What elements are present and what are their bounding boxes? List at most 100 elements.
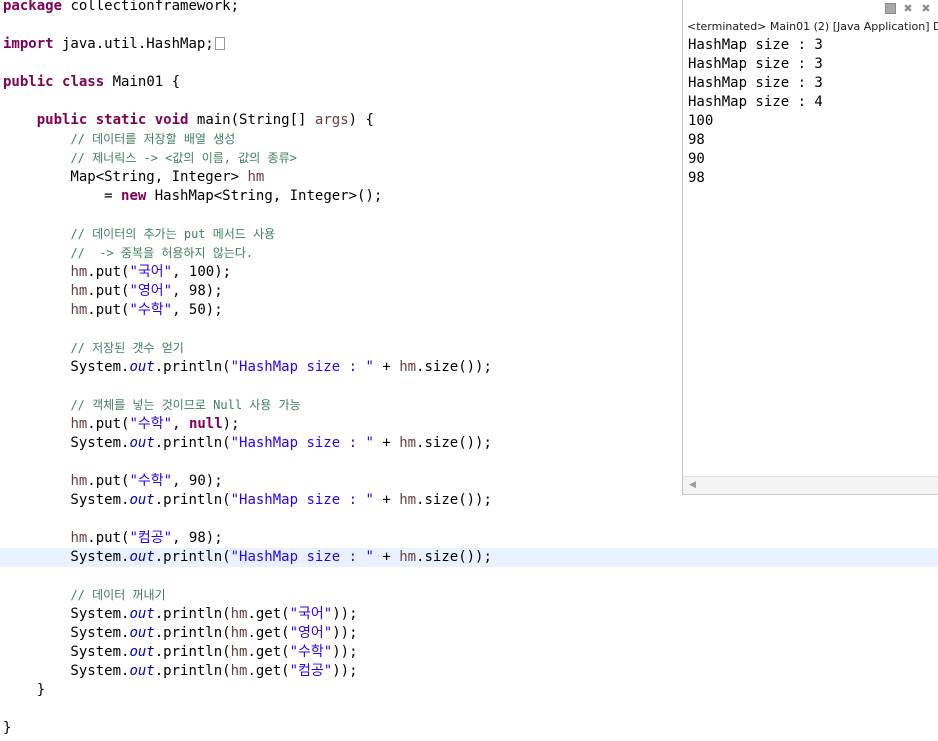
- code-text: = new HashMap<String, Integer>();: [0, 188, 382, 204]
- code-text: public class Main01 {: [0, 74, 180, 90]
- code-token: .put(: [87, 283, 130, 299]
- code-token: hm: [247, 169, 265, 185]
- console-output-line: HashMap size : 3: [688, 75, 823, 91]
- code-line-current[interactable]: System.out.println("HashMap size : " + h…: [0, 548, 938, 567]
- code-line[interactable]: hm.put("컴공", 98);: [0, 529, 938, 548]
- code-token: .put(: [87, 416, 130, 432]
- code-token: , 98);: [172, 530, 223, 546]
- scroll-left-icon[interactable]: ◀: [689, 480, 696, 490]
- code-token: .put(: [87, 302, 130, 318]
- code-token: hm: [399, 359, 417, 375]
- code-token: ));: [332, 606, 358, 622]
- code-token: System.: [3, 435, 130, 451]
- code-text: hm.put("컴공", 98);: [0, 530, 223, 546]
- console-output-line: HashMap size : 3: [688, 37, 823, 53]
- code-text: hm.put("영어", 98);: [0, 283, 222, 299]
- code-text: // 데이터의 추가는 put 메서드 사용: [0, 226, 275, 242]
- code-text: System.out.println("HashMap size : " + h…: [0, 359, 492, 375]
- horizontal-scrollbar[interactable]: ◀: [683, 476, 938, 494]
- code-token: out: [129, 663, 155, 679]
- console-view[interactable]: ✖ ✖ <terminated> Main01 (2) [Java Applic…: [682, 0, 938, 495]
- code-token: hm: [70, 473, 88, 489]
- code-text: hm.put("수학", null);: [0, 416, 239, 432]
- code-token: .get(: [247, 644, 290, 660]
- code-token: System.: [3, 492, 130, 508]
- code-token: // 객체를 넣는 것이므로 Null 사용 가능: [70, 398, 301, 412]
- code-line[interactable]: [0, 510, 938, 529]
- code-token: import: [3, 36, 54, 52]
- code-line[interactable]: System.out.println(hm.get("국어"));: [0, 605, 938, 624]
- code-token: "HashMap size : ": [230, 492, 374, 508]
- code-token: "HashMap size : ": [230, 549, 374, 565]
- code-text: System.out.println("HashMap size : " + h…: [0, 492, 491, 508]
- code-token: .size());: [416, 435, 492, 451]
- code-token: "국어": [129, 264, 173, 280]
- code-token: .get(: [247, 625, 290, 641]
- code-line[interactable]: }: [0, 719, 938, 738]
- code-token: "국어": [289, 606, 333, 622]
- quick-fix-marker: [214, 37, 225, 50]
- console-title: <terminated> Main01 (2) [Java Applicatio…: [687, 20, 938, 33]
- code-token: java.util.HashMap;: [53, 36, 214, 52]
- code-line[interactable]: }: [0, 681, 938, 700]
- code-line[interactable]: System.out.println(hm.get("컴공"));: [0, 662, 938, 681]
- code-token: // 저장된 갯수 얻기: [70, 341, 184, 355]
- code-token: "컴공": [289, 663, 333, 679]
- code-token: new: [121, 188, 147, 204]
- terminate-icon[interactable]: [883, 2, 897, 16]
- code-token: +: [373, 435, 400, 451]
- code-token: Map<String, Integer>: [3, 169, 248, 185]
- code-token: ));: [332, 625, 358, 641]
- code-line[interactable]: System.out.println(hm.get("수학"));: [0, 643, 938, 662]
- code-text: package collectionframework;: [0, 0, 239, 14]
- code-token: hm: [70, 302, 88, 318]
- code-token: package: [3, 0, 63, 14]
- code-line[interactable]: // 데이터 꺼내기: [0, 586, 938, 605]
- code-token: "수학": [129, 302, 173, 318]
- code-token: "HashMap size : ": [230, 359, 374, 375]
- code-token: "영어": [129, 283, 173, 299]
- console-output-line: 98: [688, 132, 705, 148]
- remove-all-terminated-icon[interactable]: ✖: [919, 2, 933, 16]
- code-token: static: [95, 112, 147, 128]
- code-text: hm.put("수학", 50);: [0, 302, 223, 318]
- code-token: // 데이터 꺼내기: [70, 588, 166, 602]
- code-line[interactable]: [0, 700, 938, 719]
- code-token: out: [129, 606, 155, 622]
- code-text: // 제너릭스 -> <값의 이름, 값의 종류>: [0, 150, 297, 166]
- code-token: }: [3, 720, 12, 736]
- code-text: hm.put("국어", 100);: [0, 264, 231, 280]
- code-token: .println(: [154, 549, 231, 565]
- code-token: "수학": [129, 416, 173, 432]
- code-text: System.out.println(hm.get("수학"));: [0, 644, 357, 660]
- remove-launch-icon[interactable]: ✖: [901, 2, 915, 16]
- code-token: System.: [3, 644, 130, 660]
- code-text: System.out.println(hm.get("영어"));: [0, 625, 358, 641]
- code-line[interactable]: System.out.println(hm.get("영어"));: [0, 624, 938, 643]
- code-text: // -> 중복을 허용하지 않는다.: [0, 245, 253, 261]
- code-token: +: [373, 359, 400, 375]
- code-token: "수학": [129, 473, 173, 489]
- code-token: , 50);: [172, 302, 223, 318]
- code-token: class: [62, 74, 105, 90]
- code-token: .put(: [87, 530, 130, 546]
- code-token: hm: [399, 435, 417, 451]
- code-token: hm: [230, 606, 248, 622]
- code-token: // 데이터를 저장할 배열 생성: [70, 132, 236, 146]
- code-token: .size());: [416, 549, 492, 565]
- code-line[interactable]: [0, 567, 938, 586]
- code-token: .size());: [416, 359, 492, 375]
- code-token: "컴공": [129, 530, 173, 546]
- code-text: System.out.println(hm.get("컴공"));: [0, 663, 357, 679]
- code-token: // 제너릭스 -> <값의 이름, 값의 종류>: [70, 151, 297, 165]
- code-token: public: [3, 74, 54, 90]
